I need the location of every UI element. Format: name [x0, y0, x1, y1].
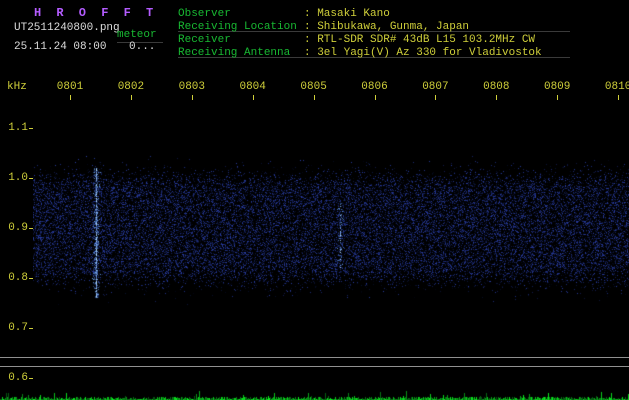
time-tick-label: 0804 — [239, 81, 266, 93]
time-tick-label: 0809 — [543, 81, 571, 93]
spectrogram-canvas — [33, 100, 629, 350]
station-info-row: Observer: Masaki Kano — [178, 6, 570, 20]
freq-tick-label: 1.0 — [8, 172, 28, 184]
time-tick-label: 0808 — [483, 81, 510, 93]
station-info-row: Receiver: RTL-SDR SDR# 43dB L15 103.2MHz… — [178, 32, 570, 46]
time-tick-label: 0807 — [422, 81, 449, 93]
station-info: Observer: Masaki Kano Receiving Location:… — [178, 6, 570, 59]
freq-tick-label: 0.8 — [8, 272, 28, 284]
freq-tick-mark — [29, 378, 33, 379]
freq-axis-unit: kHz — [7, 81, 27, 93]
freq-tick-label: 0.7 — [8, 322, 28, 334]
time-tick-label: 0801 — [56, 81, 84, 93]
station-info-value: : 3el Yagi(V) Az 330 for Vladivostok — [304, 47, 542, 59]
freq-tick-label: 0.6 — [8, 372, 28, 384]
echo-counter: 0... — [129, 41, 156, 53]
station-info-row: Receiving Location: Shibukawa, Gunma, Ja… — [178, 19, 570, 33]
freq-tick-label: 0.9 — [8, 222, 28, 234]
output-filename: UT2511240800.png — [14, 22, 120, 34]
time-tick-label: 0805 — [300, 81, 327, 93]
observation-datetime: 25.11.24 08:00 — [14, 41, 107, 53]
time-tick-label: 0810 — [604, 81, 629, 93]
time-tick-label: 0803 — [178, 81, 205, 93]
level-reference-line-lower — [0, 366, 629, 367]
station-info-row: Receiving Antenna : 3el Yagi(V) Az 330 fo… — [178, 45, 570, 59]
signal-level-trace — [0, 384, 629, 400]
time-tick-label: 0806 — [361, 81, 388, 93]
level-reference-line-upper — [0, 357, 629, 358]
freq-tick-label: 1.1 — [8, 122, 28, 134]
app-title: H R O F F T — [34, 6, 158, 20]
hrofft-output: H R O F F T UT2511240800.png meteor 25.1… — [0, 0, 629, 400]
station-info-label: Receiving Antenna — [178, 47, 291, 59]
time-tick-label: 0802 — [117, 81, 145, 93]
